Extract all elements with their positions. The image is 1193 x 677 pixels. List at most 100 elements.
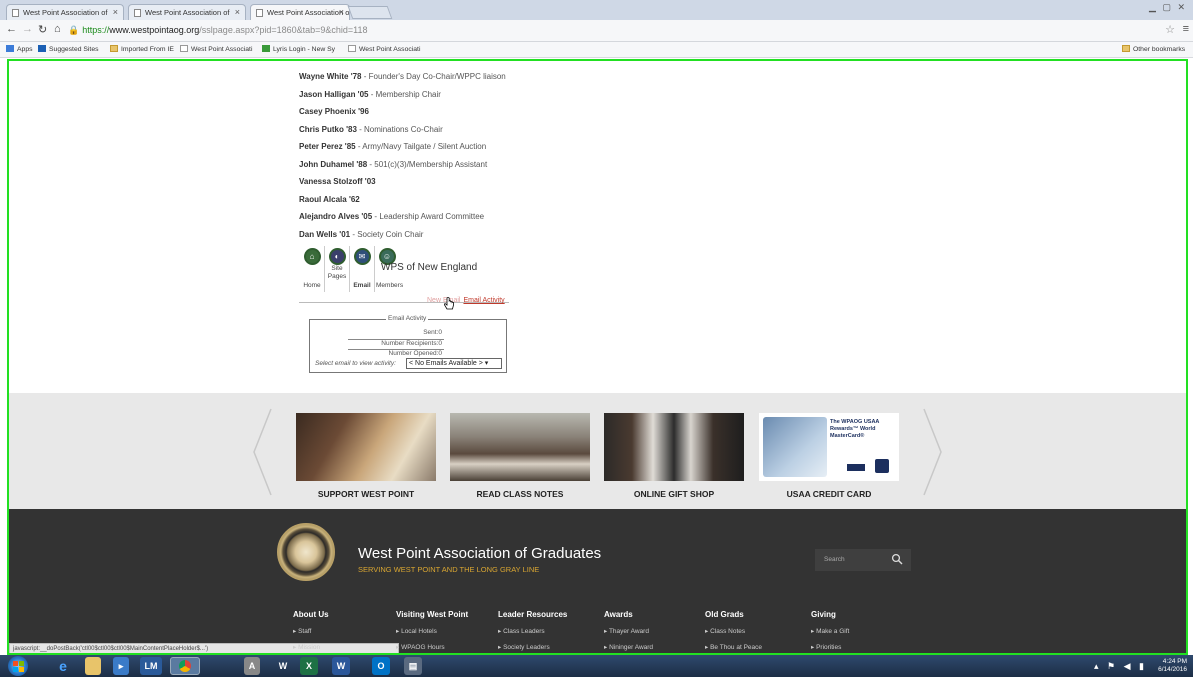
home-tool[interactable]: ⌂ Home (301, 246, 323, 290)
new-tab-button[interactable] (347, 6, 393, 19)
officer-name: Jason Halligan '05 (299, 89, 369, 99)
browser-tab-3[interactable]: West Point Association of × (250, 4, 350, 20)
site-pages-tool[interactable]: ◐ Site Pages (326, 246, 348, 281)
tab-title: West Point Association of (145, 8, 230, 17)
recipients-count: Number Recipients:0 (381, 340, 442, 347)
file-explorer-icon[interactable] (85, 657, 101, 675)
bookmark-wpaog-1[interactable]: West Point Associati (180, 45, 252, 53)
page-icon (12, 9, 19, 17)
officer-row: Dan Wells '01 - Society Coin Chair (299, 226, 699, 244)
app-window-icon[interactable]: ▤ (404, 657, 422, 675)
wpaog-seal-logo[interactable] (277, 523, 335, 581)
promo-caption: ONLINE GIFT SHOP (633, 489, 715, 499)
officer-name: Alejandro Alves '05 (299, 212, 373, 221)
email-activity-panel: Email Activity Sent:0 Number Recipients:… (309, 315, 507, 373)
bookmark-wpaog-2[interactable]: West Point Associati (348, 45, 420, 53)
forward-icon[interactable]: → (22, 23, 33, 35)
page-icon (256, 9, 263, 17)
lm-app-icon[interactable]: LM (140, 657, 162, 675)
promo-support-west-point[interactable]: SUPPORT WEST POINT (296, 413, 436, 499)
officer-row: Jason Halligan '05 - Membership Chair (299, 86, 699, 104)
other-bookmarks[interactable]: Other bookmarks (1122, 45, 1185, 53)
bookmark-lyris-login[interactable]: Lyris Login - New Sy (262, 45, 335, 53)
window-controls[interactable]: ▁ ▢ ✕ (1149, 2, 1187, 13)
promo-online-gift-shop[interactable]: ONLINE GIFT SHOP (604, 413, 744, 499)
url-path: /sslpage.aspx?pid=1860&tab=9&chid=118 (199, 25, 368, 35)
bookmarks-bar: Apps Suggested Sites Imported From IE We… (0, 42, 1193, 58)
footer-title: West Point Association of Graduates (358, 545, 602, 562)
officer-row: Wayne White '78 - Founder's Day Co-Chair… (299, 68, 699, 86)
officer-row: Peter Perez '85 - Army/Navy Tailgate / S… (299, 138, 699, 156)
outlook-icon[interactable]: O (372, 657, 390, 675)
officer-role: - 501(c)(3)/Membership Assistant (367, 159, 488, 169)
officer-name: Wayne White '78 (299, 72, 362, 81)
clock[interactable]: 4:24 PM 6/14/2016 (1158, 658, 1187, 674)
browser-tab-1[interactable]: West Point Association of × (6, 4, 124, 20)
word-doc-icon[interactable]: W (272, 657, 294, 675)
screen: West Point Association of × West Point A… (0, 0, 1193, 677)
back-icon[interactable]: ← (6, 23, 17, 35)
apps-icon (6, 45, 14, 52)
bookmark-suggested-sites[interactable]: Suggested Sites (38, 45, 99, 53)
chrome-icon[interactable] (170, 657, 200, 675)
panel-legend: Email Activity (386, 315, 429, 322)
system-tray[interactable]: ▴ ⚑ ◀ ▮ (1094, 661, 1147, 672)
browser-toolbar: ← → ↻ ⌂ 🔒 https://www.westpointaog.org/ss… (0, 20, 1193, 42)
reload-icon[interactable]: ↻ (38, 23, 47, 36)
carousel-prev-button[interactable] (251, 407, 273, 497)
credit-card-art (763, 417, 827, 477)
close-icon[interactable]: × (339, 7, 344, 17)
bookmark-apps[interactable]: Apps (6, 45, 33, 53)
excel-icon[interactable]: X (300, 657, 318, 675)
star-icon[interactable]: ☆ (1165, 23, 1175, 36)
usaa-logo-icon (875, 459, 889, 473)
address-bar[interactable]: 🔒 https://www.westpointaog.org/sslpage.as… (68, 23, 1158, 38)
sent-count: Sent:0 (423, 329, 442, 336)
page-icon (348, 45, 356, 52)
officer-role: - Nominations Co-Chair (356, 124, 443, 134)
promo-caption: READ CLASS NOTES (476, 489, 564, 499)
app-icon[interactable]: ▸ (113, 657, 129, 675)
card-text: The WPAOG USAA Rewards™ World MasterCard… (830, 419, 880, 439)
menu-icon[interactable]: ≡ (1183, 23, 1189, 35)
close-icon[interactable]: × (113, 7, 118, 17)
browser-tab-2[interactable]: West Point Association of × (128, 4, 246, 20)
officer-name: Vanessa Stolzoff '03 (299, 177, 376, 186)
opened-count: Number Opened:0 (388, 350, 442, 357)
chevron-right-icon (923, 408, 942, 496)
word-icon[interactable]: W (332, 657, 350, 675)
officer-role: - Membership Chair (368, 89, 441, 99)
footer-tagline: SERVING WEST POINT AND THE LONG GRAY LIN… (358, 565, 540, 574)
divider (374, 246, 375, 292)
page-viewport: Wayne White '78 - Founder's Day Co-Chair… (7, 59, 1188, 655)
taskbar: e ▸ LM A W X W O ▤ ▴ ⚑ ◀ ▮ 4:24 PM 6/14/… (0, 655, 1193, 677)
tab-title: West Point Association of (23, 8, 108, 17)
site-footer: West Point Association of Graduates SERV… (9, 509, 1186, 653)
email-activity-link[interactable]: Email Activity (463, 297, 504, 304)
bookmark-imported-folder[interactable]: Imported From IE (110, 45, 174, 53)
app-a-icon[interactable]: A (244, 657, 260, 675)
learn-more-badge (847, 464, 865, 471)
officer-name: Peter Perez '85 (299, 142, 356, 151)
dropdown-icon: ▾ (484, 360, 489, 367)
internet-explorer-icon[interactable]: e (52, 657, 74, 675)
email-tool[interactable]: ✉ Email (351, 246, 373, 290)
home-icon[interactable]: ⌂ (54, 23, 61, 35)
carousel-next-button[interactable] (922, 407, 944, 497)
promo-caption: SUPPORT WEST POINT (317, 489, 415, 499)
officer-list: Wayne White '78 - Founder's Day Co-Chair… (299, 68, 699, 243)
promo-read-class-notes[interactable]: READ CLASS NOTES (450, 413, 590, 499)
email-select[interactable]: < No Emails Available > ▾ (406, 358, 502, 369)
start-button[interactable] (8, 656, 28, 676)
content-area: Wayne White '78 - Founder's Day Co-Chair… (9, 61, 1186, 393)
email-tabs: New Email Email Activity (427, 297, 505, 304)
promo-caption: USAA CREDIT CARD (786, 489, 872, 499)
officer-role: - Army/Navy Tailgate / Silent Auction (355, 142, 487, 151)
footer-search-input[interactable]: Search (815, 549, 911, 571)
close-icon[interactable]: × (235, 7, 240, 17)
officer-role: - Founder's Day Co-Chair/WPPC liaison (361, 72, 506, 81)
search-icon[interactable] (891, 553, 903, 565)
promo-usaa-credit-card[interactable]: The WPAOG USAA Rewards™ World MasterCard… (759, 413, 899, 499)
divider (349, 246, 350, 292)
officer-name: Raoul Alcala '62 (299, 194, 360, 204)
